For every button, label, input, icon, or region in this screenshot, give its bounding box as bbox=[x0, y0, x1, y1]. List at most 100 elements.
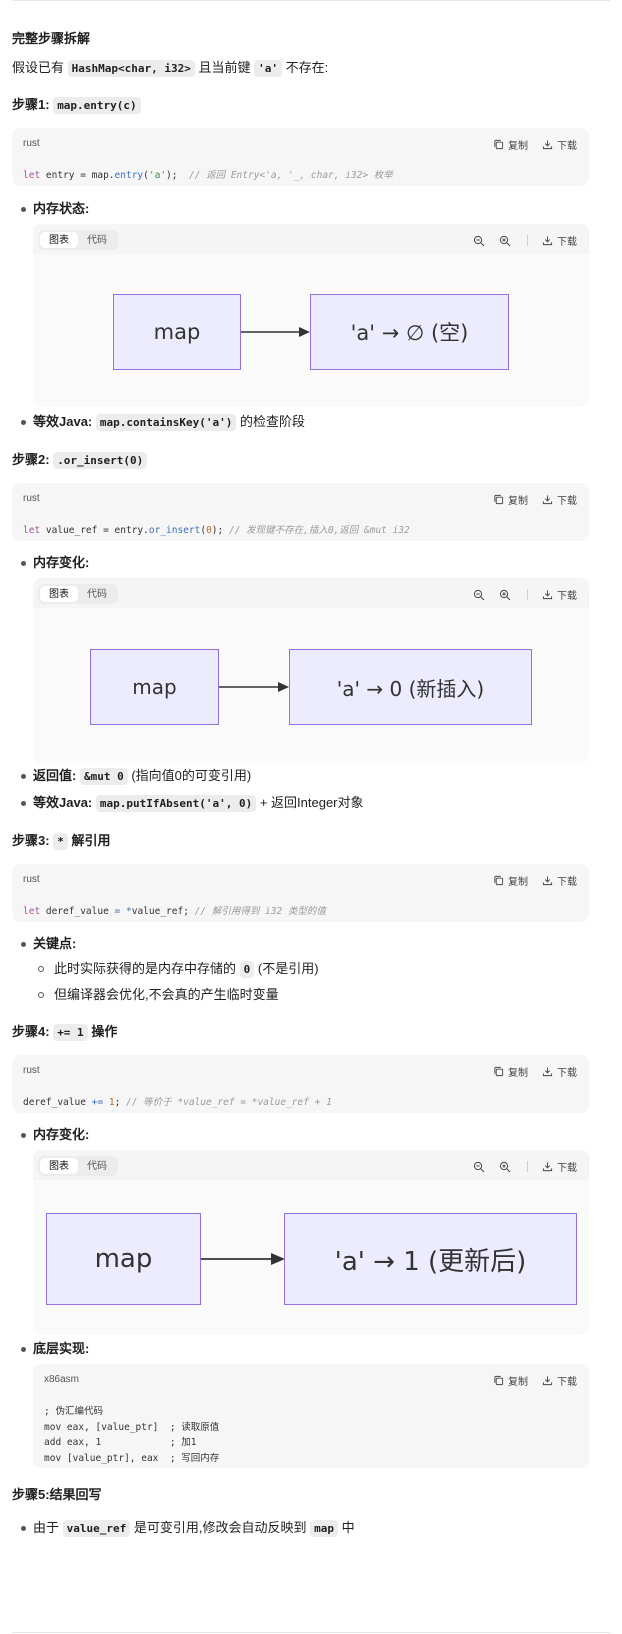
map-node: map bbox=[46, 1213, 201, 1305]
equiv-post: + 返回Integer对象 bbox=[259, 795, 364, 810]
step3-sub1: 此时实际获得的是内存中存储的 0 (不是引用) bbox=[54, 959, 319, 980]
bottom-divider bbox=[12, 1632, 610, 1633]
zoom-out-button[interactable] bbox=[473, 589, 489, 601]
zoom-in-icon bbox=[499, 235, 511, 246]
step3-post: 解引用 bbox=[71, 833, 111, 848]
code-lang-label: rust bbox=[23, 138, 40, 149]
bullet-dot bbox=[21, 774, 26, 779]
step2-label: 步骤2: bbox=[12, 452, 50, 467]
download-label: 下载 bbox=[557, 496, 577, 507]
copy-button[interactable]: 复制 bbox=[493, 1373, 528, 1388]
step2-equiv: 等效Java: map.putIfAbsent('a', 0) + 返回Inte… bbox=[33, 793, 364, 814]
map-node: map bbox=[90, 649, 219, 725]
step3-key-label: 关键点: bbox=[33, 936, 77, 951]
copy-label: 复制 bbox=[508, 877, 528, 888]
copy-icon bbox=[494, 1375, 504, 1386]
equiv-code: map.containsKey('a') bbox=[95, 414, 237, 431]
bullet-dot bbox=[21, 1133, 26, 1138]
step1-mem-label: 内存状态: bbox=[33, 201, 90, 216]
section-heading: 完整步骤拆解 bbox=[12, 31, 91, 46]
intro-text: 假设已有 HashMap<char, i32> 且当前键 'a' 不存在: bbox=[12, 58, 328, 79]
zoom-out-button[interactable] bbox=[473, 1161, 489, 1173]
top-divider bbox=[12, 0, 610, 1]
code-line: let deref_value = *value_ref; // 解引用得到 i… bbox=[23, 906, 326, 917]
step2-heading: 步骤2: .or_insert(0) bbox=[12, 450, 148, 471]
download-button[interactable]: 下载 bbox=[542, 137, 577, 152]
download-button[interactable]: 下载 bbox=[542, 1373, 577, 1388]
diagram-tabs: 图表 代码 bbox=[38, 230, 118, 250]
intro-post: 不存在: bbox=[285, 60, 329, 75]
step5-pre: 由于 bbox=[33, 1520, 60, 1535]
step4-impl-label: 底层实现: bbox=[33, 1341, 90, 1356]
diagram-canvas: map 'a' → ∅ (空) bbox=[33, 254, 589, 407]
toolbar-separator bbox=[527, 589, 528, 600]
step5-item: 由于 value_ref 是可变引用,修改会自动反映到 map 中 bbox=[33, 1518, 355, 1539]
code-line: let value_ref = entry.or_insert(0); // 发… bbox=[23, 525, 410, 536]
intro-code-type: HashMap<char, i32> bbox=[67, 60, 195, 77]
intro-code-key: 'a' bbox=[254, 60, 282, 77]
download-label: 下载 bbox=[557, 1377, 577, 1388]
copy-label: 复制 bbox=[508, 1068, 528, 1079]
zoom-in-button[interactable] bbox=[499, 589, 515, 601]
tab-code[interactable]: 代码 bbox=[78, 232, 116, 248]
toolbar-separator bbox=[527, 1161, 528, 1172]
tab-chart[interactable]: 图表 bbox=[40, 586, 78, 602]
zoom-out-icon bbox=[473, 235, 485, 246]
copy-button[interactable]: 复制 bbox=[493, 1064, 528, 1079]
intro-mid: 且当前键 bbox=[198, 60, 251, 75]
entry-node: 'a' → 0 (新插入) bbox=[289, 649, 532, 725]
step4-post: 操作 bbox=[91, 1024, 118, 1039]
copy-icon bbox=[494, 875, 504, 886]
download-button[interactable]: 下载 bbox=[542, 587, 577, 602]
code-actions: 复制 下载 bbox=[479, 1373, 577, 1388]
code-actions: 复制 下载 bbox=[479, 492, 577, 507]
download-button[interactable]: 下载 bbox=[542, 1064, 577, 1079]
copy-icon bbox=[494, 139, 504, 150]
download-button[interactable]: 下载 bbox=[542, 492, 577, 507]
download-label: 下载 bbox=[557, 591, 577, 602]
tab-chart[interactable]: 图表 bbox=[40, 1158, 78, 1174]
copy-button[interactable]: 复制 bbox=[493, 873, 528, 888]
diagram-actions: 下载 bbox=[459, 587, 577, 602]
zoom-in-button[interactable] bbox=[499, 1161, 515, 1173]
code-lang-label: rust bbox=[23, 1065, 40, 1076]
step5-mid: 是可变引用,修改会自动反映到 bbox=[133, 1520, 307, 1535]
download-icon bbox=[542, 876, 553, 886]
step1-equiv: 等效Java: map.containsKey('a') 的检查阶段 bbox=[33, 412, 305, 433]
tab-code[interactable]: 代码 bbox=[78, 1158, 116, 1174]
step1-label: 步骤1: bbox=[12, 97, 50, 112]
download-button[interactable]: 下载 bbox=[542, 1159, 577, 1174]
diagram-tabs: 图表 代码 bbox=[38, 584, 118, 604]
asm-code: ; 伪汇编代码 mov eax, [value_ptr] ; 读取原值 add ea… bbox=[44, 1404, 219, 1466]
zoom-in-button[interactable] bbox=[499, 235, 515, 247]
step1-diagram: 图表 代码 下载 map 'a' → ∅ (空) bbox=[33, 224, 589, 407]
zoom-out-button[interactable] bbox=[473, 235, 489, 247]
entry-node: 'a' → ∅ (空) bbox=[310, 294, 509, 370]
equiv-post: 的检查阶段 bbox=[239, 414, 305, 429]
zoom-in-icon bbox=[499, 1161, 511, 1172]
copy-button[interactable]: 复制 bbox=[493, 137, 528, 152]
download-label: 下载 bbox=[557, 141, 577, 152]
download-button[interactable]: 下载 bbox=[542, 873, 577, 888]
arrow-edge bbox=[241, 327, 310, 337]
step1-code: map.entry(c) bbox=[53, 97, 141, 114]
copy-label: 复制 bbox=[508, 496, 528, 507]
download-icon bbox=[542, 495, 553, 505]
sub1-post: (不是引用) bbox=[257, 961, 319, 976]
download-label: 下载 bbox=[557, 1163, 577, 1174]
tab-code[interactable]: 代码 bbox=[78, 586, 116, 602]
code-actions: 复制 下载 bbox=[479, 1064, 577, 1079]
step3-code: * bbox=[53, 833, 68, 850]
equiv-label: 等效Java: bbox=[33, 795, 93, 810]
code-actions: 复制 下载 bbox=[479, 873, 577, 888]
copy-icon bbox=[494, 1066, 504, 1077]
arrow-edge bbox=[219, 682, 289, 692]
code-lang-label: rust bbox=[23, 493, 40, 504]
download-button[interactable]: 下载 bbox=[542, 233, 577, 248]
bullet-dot bbox=[21, 1347, 26, 1352]
tab-chart[interactable]: 图表 bbox=[40, 232, 78, 248]
copy-label: 复制 bbox=[508, 141, 528, 152]
sub1-pre: 此时实际获得的是内存中存储的 bbox=[54, 961, 237, 976]
code-line: let entry = map.entry('a'); // 返回 Entry<… bbox=[23, 170, 393, 181]
copy-button[interactable]: 复制 bbox=[493, 492, 528, 507]
